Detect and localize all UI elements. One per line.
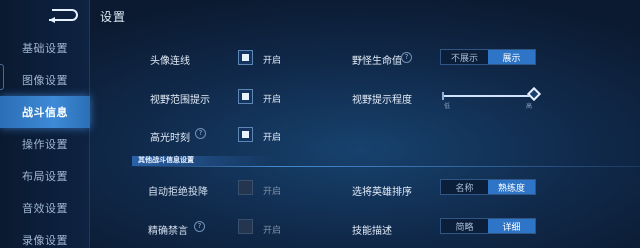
highlight-state: 开启: [263, 133, 282, 143]
precise-mute-state: 开启: [263, 226, 282, 236]
page-title: 设置: [100, 10, 127, 24]
sidebar-item-graphics[interactable]: 图像设置: [0, 64, 90, 96]
vision-level-slider-handle[interactable]: [526, 86, 542, 102]
sidebar-item-replay[interactable]: 录像设置: [0, 224, 90, 248]
precise-mute-checkbox[interactable]: [238, 219, 253, 234]
vision-level-slider-fill: [444, 95, 536, 97]
sidebar: 基础设置 图像设置 战斗信息 操作设置 布局设置 音效设置 录像设置: [0, 0, 90, 248]
skill-desc-option-brief[interactable]: 简略: [441, 219, 488, 233]
monster-hp-toggle: 不展示 展示: [440, 49, 536, 65]
highlight-checkbox[interactable]: [238, 127, 253, 142]
skill-desc-toggle: 简略 详细: [440, 218, 536, 234]
sidebar-item-basic[interactable]: 基础设置: [0, 32, 90, 64]
sidebar-item-audio[interactable]: 音效设置: [0, 192, 90, 224]
settings-screen: 基础设置 图像设置 战斗信息 操作设置 布局设置 音效设置 录像设置 设置 头像…: [0, 0, 640, 248]
vision-hint-state: 开启: [263, 95, 282, 105]
section-title: 其他战斗信息设置: [138, 156, 194, 164]
hero-sort-option-proficiency[interactable]: 熟练度: [488, 180, 535, 194]
portrait-link-label: 头像连线: [150, 56, 190, 67]
skill-desc-label: 技能描述: [352, 226, 392, 237]
monster-hp-option-show[interactable]: 展示: [488, 50, 535, 64]
vision-hint-checkbox[interactable]: [238, 89, 253, 104]
precise-mute-label: 精确禁言: [148, 226, 188, 237]
monster-hp-label: 野怪生命值: [352, 56, 402, 67]
vision-level-label: 视野提示程度: [352, 95, 412, 106]
auto-reject-state: 开启: [263, 187, 282, 197]
portrait-link-state: 开启: [263, 56, 282, 66]
section-divider: [120, 166, 640, 167]
vision-level-min-label: 低: [444, 103, 451, 110]
vision-level-max-label: 高: [526, 103, 533, 110]
skill-desc-option-detailed[interactable]: 详细: [488, 219, 535, 233]
question-diamond-icon[interactable]: ?: [195, 128, 206, 139]
vision-hint-label: 视野范围提示: [150, 95, 210, 106]
hero-sort-toggle: 名称 熟练度: [440, 179, 536, 195]
highlight-label: 高光时刻: [150, 133, 190, 144]
question-diamond-icon[interactable]: ?: [194, 221, 205, 232]
portrait-link-checkbox[interactable]: [238, 50, 253, 65]
back-arrow-icon[interactable]: [44, 8, 78, 24]
question-diamond-icon[interactable]: ?: [401, 52, 412, 63]
hero-sort-option-name[interactable]: 名称: [441, 180, 488, 194]
sidebar-item-battle-info[interactable]: 战斗信息: [0, 96, 90, 128]
hero-sort-label: 选将英雄排序: [352, 187, 412, 198]
sidebar-item-controls[interactable]: 操作设置: [0, 128, 90, 160]
sidebar-item-layout[interactable]: 布局设置: [0, 160, 90, 192]
auto-reject-label: 自动拒绝投降: [148, 187, 208, 198]
monster-hp-option-hide[interactable]: 不展示: [441, 50, 488, 64]
auto-reject-checkbox[interactable]: [238, 180, 253, 195]
